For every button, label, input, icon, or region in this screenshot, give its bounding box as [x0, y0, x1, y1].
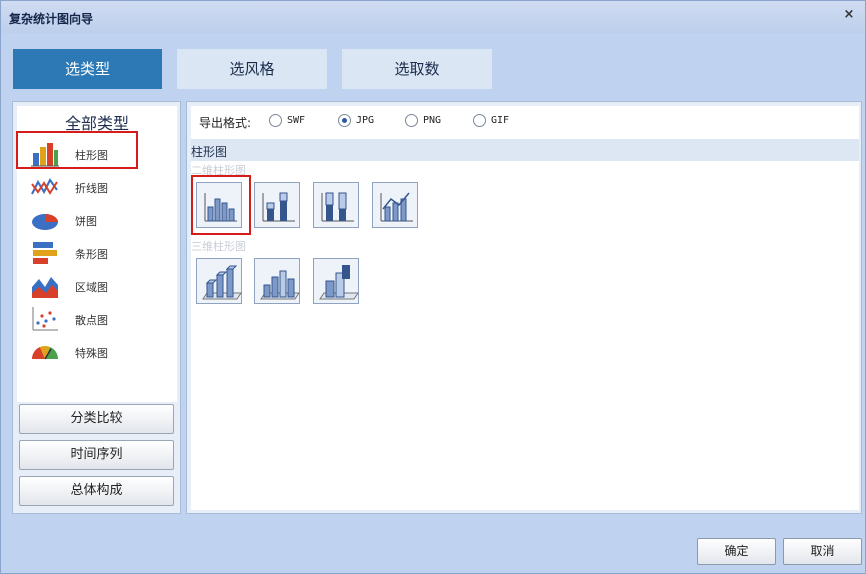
type-item-area[interactable]: 区域图: [17, 271, 177, 303]
format-label-swf: SWF: [287, 115, 306, 126]
export-format-row: 导出格式: SWF JPG PNG GIF: [191, 106, 859, 136]
stacked-column-3d-icon: [260, 270, 300, 300]
ok-button[interactable]: 确定: [697, 538, 776, 565]
clustered-column-3d-icon: [202, 265, 242, 300]
type-label-pie: 饼图: [75, 215, 97, 228]
column-line-combo-icon: [380, 192, 413, 222]
gauge-chart-icon: [31, 339, 59, 365]
section-title: 柱形图: [191, 145, 228, 159]
title-bar: 复杂统计图向导 ×: [1, 1, 865, 33]
group-label-2d: 二维柱形图: [191, 164, 246, 177]
style-3d-clustered[interactable]: [196, 258, 242, 304]
type-item-line[interactable]: 折线图: [17, 172, 177, 204]
format-label-jpg: JPG: [356, 115, 375, 126]
radio-circle: [338, 114, 351, 127]
step-select-style[interactable]: 选风格: [177, 49, 327, 89]
window-title: 复杂统计图向导: [9, 12, 94, 26]
stacked-column-icon: [262, 192, 295, 222]
style-2d-column-line[interactable]: [372, 182, 418, 228]
area-chart-icon: [31, 273, 59, 299]
step-select-data[interactable]: 选取数: [342, 49, 492, 89]
chart-wizard-dialog: 复杂统计图向导 × 选类型 选风格 选取数 全部类型 柱形图 折线图 饼图 条形…: [0, 0, 866, 574]
type-item-bar[interactable]: 条形图: [17, 238, 177, 270]
close-icon[interactable]: ×: [841, 7, 857, 23]
export-format-label: 导出格式:: [199, 116, 252, 130]
category-timeseries-button[interactable]: 时间序列: [19, 440, 174, 470]
bar-chart-icon: [31, 240, 59, 266]
type-item-special[interactable]: 特殊图: [17, 337, 177, 369]
cancel-button[interactable]: 取消: [783, 538, 862, 565]
scatter-chart-icon: [31, 306, 59, 332]
style-2d-clustered[interactable]: [196, 182, 242, 228]
type-label-area: 区域图: [75, 281, 108, 294]
category-compare-button[interactable]: 分类比较: [19, 404, 174, 434]
radio-circle: [269, 114, 282, 127]
all-types-heading: 全部类型: [64, 114, 129, 133]
format-label-gif: GIF: [491, 115, 510, 126]
type-label-bar: 条形图: [75, 248, 108, 261]
percent-stacked-column-icon: [321, 192, 354, 222]
type-label-column: 柱形图: [75, 149, 108, 162]
chart-style-content: 导出格式: SWF JPG PNG GIF 柱形图 二维柱形图 三维柱形图: [191, 106, 859, 510]
group-label-3d: 三维柱形图: [191, 240, 246, 253]
section-header: 柱形图: [191, 139, 859, 161]
percent-stacked-column-3d-icon: [319, 265, 359, 300]
type-item-scatter[interactable]: 散点图: [17, 304, 177, 336]
radio-circle: [473, 114, 486, 127]
chart-style-panel: 导出格式: SWF JPG PNG GIF 柱形图 二维柱形图 三维柱形图: [186, 101, 862, 514]
format-label-png: PNG: [423, 115, 442, 126]
style-3d-stacked[interactable]: [254, 258, 300, 304]
line-chart-icon: [31, 174, 59, 200]
chart-type-list: 全部类型 柱形图 折线图 饼图 条形图 区域图 散点图 特殊图: [17, 106, 177, 402]
pie-chart-icon: [31, 207, 59, 233]
category-composition-button[interactable]: 总体构成: [19, 476, 174, 506]
radio-circle: [405, 114, 418, 127]
style-3d-percent-stacked[interactable]: [313, 258, 359, 304]
type-item-pie[interactable]: 饼图: [17, 205, 177, 237]
style-2d-percent-stacked[interactable]: [313, 182, 359, 228]
clustered-column-icon: [204, 193, 237, 222]
column-chart-icon: [31, 141, 59, 167]
radio-selected-dot: [342, 118, 347, 123]
type-item-column[interactable]: 柱形图: [17, 139, 177, 171]
type-label-line: 折线图: [75, 182, 108, 195]
type-label-special: 特殊图: [75, 347, 108, 360]
type-label-scatter: 散点图: [75, 314, 108, 327]
chart-type-panel: 全部类型 柱形图 折线图 饼图 条形图 区域图 散点图 特殊图 分类比较 时间序…: [12, 101, 181, 514]
step-select-type[interactable]: 选类型: [13, 49, 162, 89]
style-2d-stacked[interactable]: [254, 182, 300, 228]
